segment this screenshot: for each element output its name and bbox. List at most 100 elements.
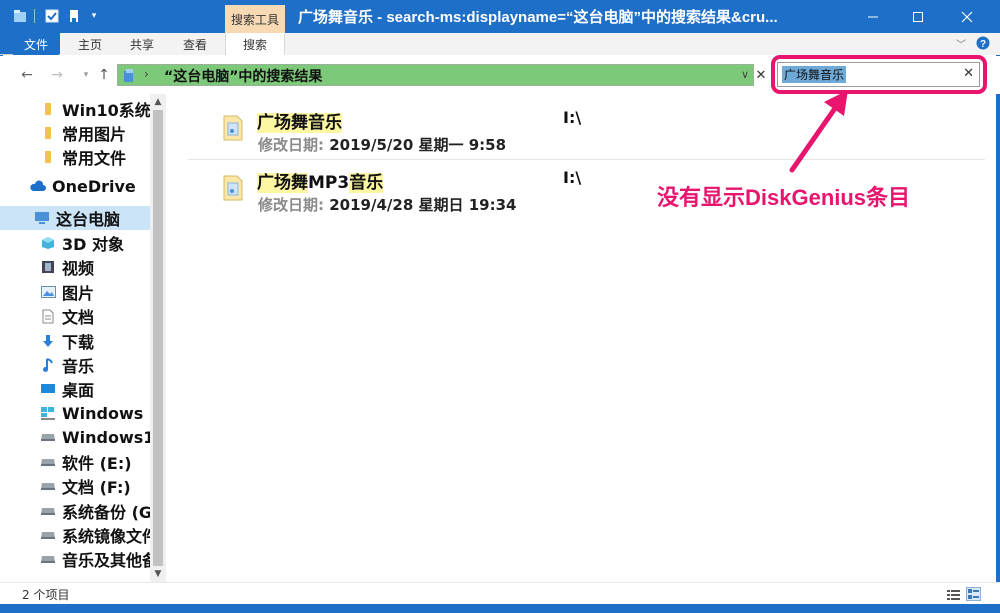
sidebar-item-label: Windows1( xyxy=(62,427,150,447)
ribbon-tabs: 文件 主页 共享 查看 搜索 ﹀ ? xyxy=(0,33,1000,55)
sidebar-item-label: 桌面 xyxy=(62,381,95,400)
address-dropdown-icon[interactable]: ∨ xyxy=(741,68,749,81)
minimize-button[interactable] xyxy=(848,0,898,33)
sidebar-item-label: 系统镜像文件 xyxy=(62,527,150,546)
drive-icon xyxy=(40,503,56,519)
window-title: 广场舞音乐 - search-ms:displayname=“这台电脑”中的搜索… xyxy=(298,9,778,26)
result-modified-date: 修改日期: 2019/5/20 星期一 9:58 xyxy=(258,136,507,154)
search-location-icon xyxy=(123,68,135,87)
sidebar-item-label: 图片 xyxy=(62,284,95,303)
sidebar-item[interactable]: 音乐及其他备 xyxy=(0,547,150,571)
breadcrumb-chevron-icon[interactable]: › xyxy=(144,67,149,81)
title-bar: ▾ 搜索工具 广场舞音乐 - search-ms:displayname=“这台… xyxy=(0,0,1000,33)
sidebar-item-label: 音乐及其他备 xyxy=(62,551,150,570)
address-path: “这台电脑”中的搜索结果 xyxy=(164,69,323,85)
sidebar-item[interactable]: 文档 (F:) xyxy=(0,474,150,498)
scroll-down-icon[interactable]: ▼ xyxy=(150,566,166,582)
forward-arrow-icon[interactable]: → xyxy=(47,65,67,85)
navigation-pane: Win10系统 常用图片常用文件 OneDrive 这台电脑 3D 对象视频图片文档下载… xyxy=(0,94,166,582)
tab-search[interactable]: 搜索 xyxy=(225,33,285,55)
window-frame-bottom xyxy=(0,604,1000,613)
drive-icon xyxy=(40,527,56,543)
properties-icon[interactable] xyxy=(44,8,60,24)
drive-icon xyxy=(40,551,56,567)
sidebar-item-label: 文档 (F:) xyxy=(62,478,131,497)
sidebar-item-label: 音乐 xyxy=(62,357,95,376)
sidebar-item[interactable]: 软件 (E:) xyxy=(0,450,150,474)
cube-icon xyxy=(40,235,56,251)
sidebar-item[interactable]: 桌面 xyxy=(0,377,150,401)
sidebar-item[interactable]: 音乐 xyxy=(0,353,150,377)
sidebar-item[interactable]: Win10系统 xyxy=(0,97,150,121)
result-location: I:\ xyxy=(563,168,582,187)
maximize-button[interactable] xyxy=(893,0,943,33)
sidebar-item[interactable]: 常用文件 xyxy=(0,145,150,169)
sidebar-item-label: 下载 xyxy=(62,333,95,352)
app-icon[interactable] xyxy=(12,8,28,24)
scroll-thumb[interactable] xyxy=(153,110,163,566)
quick-access-separator xyxy=(34,9,35,23)
sidebar-item-label: OneDrive xyxy=(52,176,136,196)
navigation-scrollbar[interactable]: ▲ ▼ xyxy=(150,94,166,582)
music-note-icon xyxy=(40,357,56,373)
up-arrow-icon[interactable]: ↑ xyxy=(94,65,114,85)
drive-icon xyxy=(40,478,56,494)
svg-text:?: ? xyxy=(980,39,986,50)
result-name: 广场舞MP3音乐 xyxy=(257,173,384,193)
content-view-icon[interactable] xyxy=(966,587,981,601)
result-divider xyxy=(188,159,985,160)
sidebar-item[interactable]: 图片 xyxy=(0,280,150,304)
folder-icon xyxy=(40,101,56,117)
result-name: 广场舞音乐 xyxy=(257,113,342,133)
sidebar-item[interactable]: 常用图片 xyxy=(0,121,150,145)
recent-locations-icon[interactable]: ▾ xyxy=(76,65,96,85)
context-tab-search-tools[interactable]: 搜索工具 xyxy=(225,5,285,33)
audio-file-icon xyxy=(222,115,244,145)
sidebar-item[interactable]: 系统备份 (G xyxy=(0,499,150,523)
computer-icon xyxy=(34,210,50,226)
sidebar-item[interactable]: 文档 xyxy=(0,304,150,328)
folder-icon xyxy=(40,149,56,165)
windows-drive-icon xyxy=(40,405,56,421)
sidebar-item-label: 视频 xyxy=(62,259,95,278)
details-view-icon[interactable] xyxy=(946,587,961,601)
back-arrow-icon[interactable]: ← xyxy=(17,65,37,85)
scroll-up-icon[interactable]: ▲ xyxy=(150,94,166,110)
address-bar[interactable]: › “这台电脑”中的搜索结果 ∨ xyxy=(117,64,754,86)
download-arrow-icon xyxy=(40,333,56,349)
tab-home[interactable]: 主页 xyxy=(70,33,110,55)
sidebar-item-label: 这台电脑 xyxy=(56,210,121,229)
new-folder-icon[interactable] xyxy=(66,8,82,24)
annotation-highlight-ring xyxy=(771,55,987,94)
result-modified-date: 修改日期: 2019/4/28 星期日 19:34 xyxy=(258,196,517,214)
tab-view[interactable]: 查看 xyxy=(175,33,215,55)
tab-file[interactable]: 文件 xyxy=(13,33,59,55)
ribbon-expand-icon[interactable]: ﹀ xyxy=(953,35,969,51)
quick-access-dropdown-icon[interactable]: ▾ xyxy=(86,8,102,24)
sidebar-item[interactable]: 下载 xyxy=(0,329,150,353)
tab-share[interactable]: 共享 xyxy=(122,33,162,55)
document-icon xyxy=(40,308,56,324)
sidebar-item[interactable]: 系统镜像文件 xyxy=(0,523,150,547)
sidebar-item[interactable]: 3D 对象 xyxy=(0,231,150,255)
sidebar-item-label: 文档 xyxy=(62,308,95,327)
annotation-arrow-icon xyxy=(789,90,848,173)
drive-icon xyxy=(40,454,56,470)
stop-search-icon[interactable]: ✕ xyxy=(753,64,769,86)
sidebar-item[interactable]: Windows1( xyxy=(0,425,150,449)
sidebar-item-label: 常用文件 xyxy=(62,149,127,168)
sidebar-item[interactable]: Windows 1 xyxy=(0,401,150,425)
sidebar-item-label: Windows 1 xyxy=(62,403,150,423)
film-icon xyxy=(40,259,56,275)
close-button[interactable] xyxy=(942,0,992,33)
sidebar-item-label: 3D 对象 xyxy=(62,235,124,254)
sidebar-item[interactable]: 视频 xyxy=(0,255,150,279)
sidebar-item[interactable]: 这台电脑 xyxy=(0,206,150,230)
result-item[interactable]: 广场舞音乐 修改日期: 2019/5/20 星期一 9:58 I:\ xyxy=(220,105,980,157)
sidebar-item-label: Win10系统 xyxy=(62,101,150,120)
sidebar-item[interactable]: OneDrive xyxy=(0,174,150,198)
sidebar-item-label: 常用图片 xyxy=(62,125,127,144)
help-icon[interactable]: ? xyxy=(975,35,991,51)
cloud-icon xyxy=(30,178,46,194)
item-count: 2 个项目 xyxy=(22,588,70,602)
